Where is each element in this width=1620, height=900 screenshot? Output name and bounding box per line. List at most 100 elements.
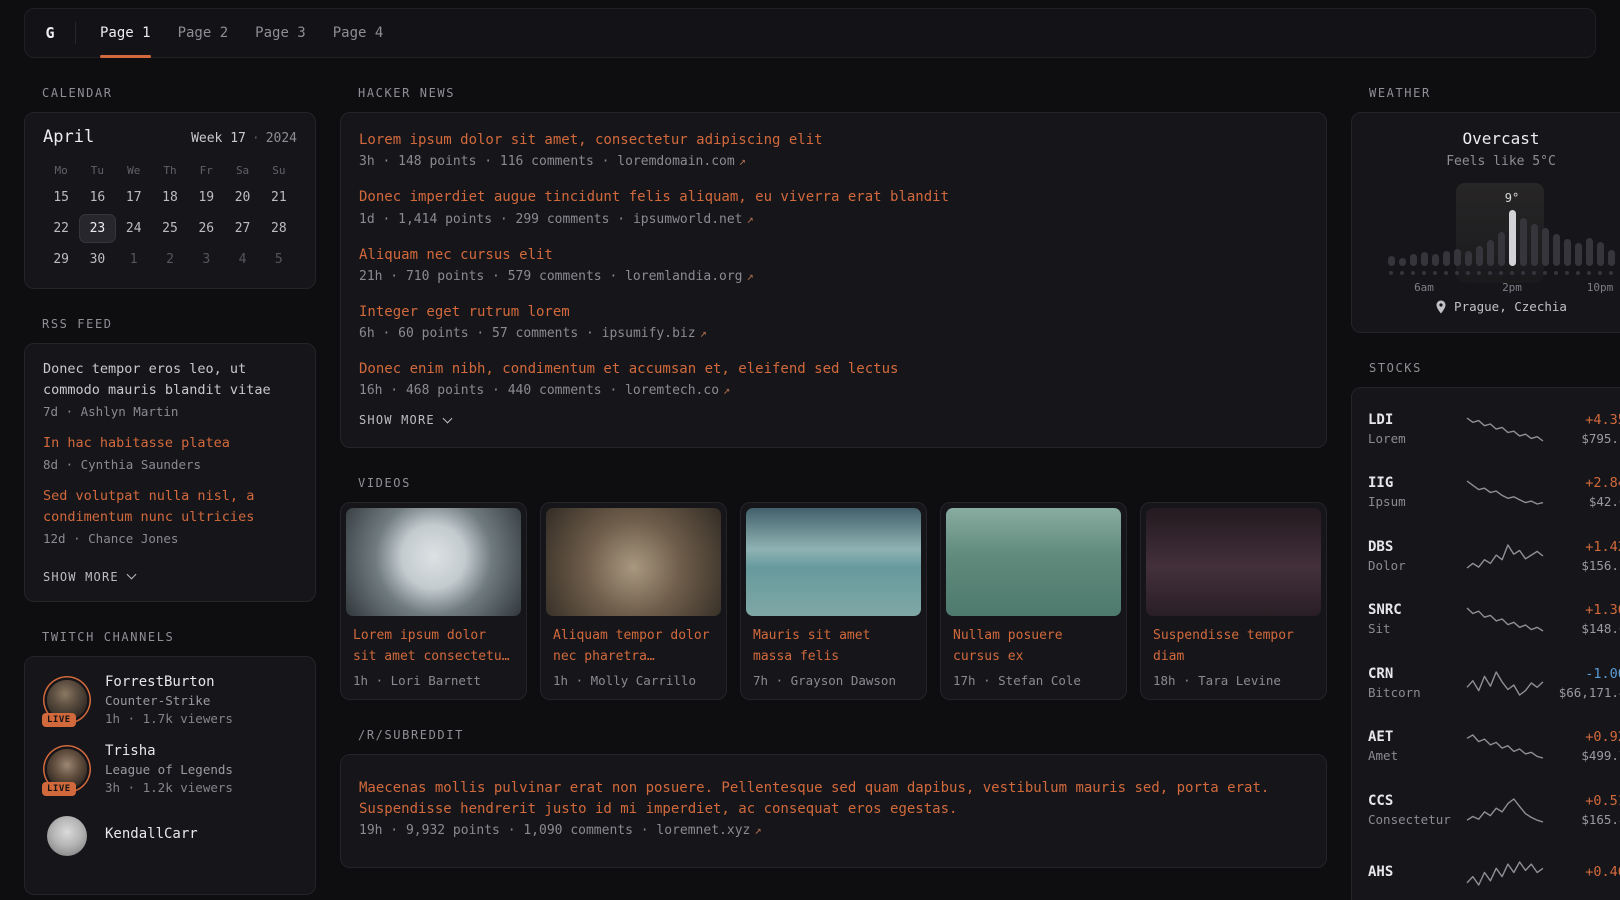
calendar-date[interactable]: 2 [152,245,188,274]
video-title[interactable]: Suspendisse tempor diam [1153,626,1314,668]
video-card[interactable]: Suspendisse tempor diam 18h · Tara Levin… [1140,502,1327,700]
video-card[interactable]: Lorem ipsum dolor sit amet consectetu… 1… [340,502,527,700]
stock-row[interactable]: DBS Dolor +1.42% $156.28 [1368,524,1620,588]
calendar-date[interactable]: 24 [116,214,152,243]
stock-ticker[interactable]: SNRC [1368,602,1462,618]
calendar-date[interactable]: 15 [43,183,79,212]
weather-hour-column[interactable] [1498,232,1505,275]
weather-hour-column[interactable] [1443,251,1450,275]
hackernews-item-domain[interactable]: loremdomain.com [617,154,734,169]
stock-row[interactable]: CCS Consectetur +0.51% $165.84 [1368,778,1620,842]
calendar-date[interactable]: 29 [43,245,79,274]
stock-ticker[interactable]: CRN [1368,666,1462,682]
page-tab[interactable]: Page 1 [100,9,151,57]
hackernews-item-title[interactable]: Donec enim nibh, condimentum et accumsan… [359,359,1308,379]
subreddit-post-title[interactable]: Maecenas mollis pulvinar erat non posuer… [359,778,1308,819]
stock-row[interactable]: LDI Lorem +4.35% $795.18 [1368,397,1620,461]
weather-hour-column[interactable] [1410,254,1417,275]
app-logo[interactable]: G [25,9,75,57]
stock-ticker[interactable]: LDI [1368,412,1462,428]
hackernews-item-domain[interactable]: ipsumworld.net [633,212,743,227]
calendar-date[interactable]: 17 [116,183,152,212]
rss-item-title[interactable]: In hac habitasse platea [43,433,297,454]
external-link-icon[interactable]: ↗ [754,823,761,837]
subreddit-post-domain[interactable]: loremnet.xyz [656,823,750,838]
video-thumbnail[interactable] [346,508,521,616]
calendar-date[interactable]: 4 [224,245,260,274]
video-title[interactable]: Mauris sit amet massa felis [753,626,914,668]
hackernews-item-title[interactable]: Lorem ipsum dolor sit amet, consectetur … [359,130,1308,150]
weather-hour-column[interactable]: 6am [1421,252,1428,275]
stock-ticker[interactable]: CCS [1368,793,1462,809]
rss-item-title[interactable]: Sed volutpat nulla nisl, a condimentum n… [43,486,297,528]
stock-row[interactable]: AET Amet +0.92% $499.72 [1368,715,1620,779]
hackernews-item-title[interactable]: Integer eget rutrum lorem [359,302,1308,322]
weather-hour-column[interactable] [1553,234,1560,275]
stock-row[interactable]: CRN Bitcorn -1.00% $66,171.48 [1368,651,1620,715]
external-link-icon[interactable]: ↗ [700,326,707,340]
page-tab[interactable]: Page 4 [333,9,384,57]
video-title[interactable]: Lorem ipsum dolor sit amet consectetu… [353,626,514,668]
calendar-date[interactable]: 25 [152,214,188,243]
weather-hour-column[interactable]: 9° 2pm [1509,191,1516,275]
calendar-date[interactable]: 1 [116,245,152,274]
stock-row[interactable]: AHS +0.46% [1368,842,1620,900]
calendar-date[interactable]: 22 [43,214,79,243]
weather-hour-column[interactable] [1531,224,1538,275]
weather-location[interactable]: Prague, Czechia [1368,299,1620,314]
weather-hour-column[interactable] [1454,249,1461,275]
video-thumbnail[interactable] [946,508,1121,616]
hackernews-item-domain[interactable]: ipsumify.biz [602,326,696,341]
video-thumbnail[interactable] [1146,508,1321,616]
weather-hour-column[interactable] [1608,250,1615,275]
calendar-date[interactable]: 20 [224,183,260,212]
twitch-channel-row[interactable]: LIVE KendallCarr [43,812,297,860]
twitch-channel-row[interactable]: LIVE Trisha League of Legends 3h · 1.2k … [43,743,297,795]
calendar-date[interactable]: 16 [79,183,115,212]
weather-hour-column[interactable] [1399,258,1406,275]
twitch-channel-name[interactable]: ForrestBurton [105,674,233,690]
page-tab[interactable]: Page 3 [255,9,306,57]
video-title[interactable]: Aliquam tempor dolor nec pharetra… [553,626,714,668]
calendar-date[interactable]: 19 [188,183,224,212]
stock-ticker[interactable]: AET [1368,729,1462,745]
calendar-date[interactable]: 21 [261,183,297,212]
rss-show-more-button[interactable]: SHOW MORE [43,570,135,584]
calendar-date[interactable]: 30 [79,245,115,274]
weather-hour-column[interactable] [1465,251,1472,275]
stock-ticker[interactable]: IIG [1368,475,1462,491]
external-link-icon[interactable]: ↗ [747,212,754,226]
external-link-icon[interactable]: ↗ [739,154,746,168]
weather-hour-column[interactable] [1520,218,1527,275]
external-link-icon[interactable]: ↗ [747,269,754,283]
page-tab[interactable]: Page 2 [178,9,229,57]
external-link-icon[interactable]: ↗ [723,383,730,397]
video-thumbnail[interactable] [546,508,721,616]
stock-row[interactable]: IIG Ipsum +2.84% $42.04 [1368,461,1620,525]
hackernews-item-title[interactable]: Donec imperdiet augue tincidunt felis al… [359,187,1308,207]
twitch-channel-name[interactable]: KendallCarr [105,826,198,842]
video-card[interactable]: Aliquam tempor dolor nec pharetra… 1h · … [540,502,727,700]
calendar-date[interactable]: 23 [79,214,115,243]
calendar-date[interactable]: 18 [152,183,188,212]
stock-ticker[interactable]: AHS [1368,864,1462,880]
hackernews-item-domain[interactable]: loremtech.co [625,383,719,398]
weather-hour-column[interactable] [1487,240,1494,275]
weather-hour-column[interactable] [1432,254,1439,275]
calendar-date[interactable]: 28 [261,214,297,243]
calendar-date[interactable]: 27 [224,214,260,243]
hackernews-show-more-button[interactable]: SHOW MORE [359,413,451,427]
calendar-date[interactable]: 5 [261,245,297,274]
twitch-channel-row[interactable]: LIVE ForrestBurton Counter-Strike 1h · 1… [43,674,297,726]
weather-hour-column[interactable] [1388,256,1395,275]
weather-hour-column[interactable] [1564,239,1571,275]
weather-hour-column[interactable] [1586,238,1593,275]
calendar-date[interactable]: 26 [188,214,224,243]
weather-hour-column[interactable] [1476,246,1483,275]
hackernews-item-domain[interactable]: loremlandia.org [625,269,742,284]
hackernews-item-title[interactable]: Aliquam nec cursus elit [359,245,1308,265]
stock-ticker[interactable]: DBS [1368,539,1462,555]
weather-hour-column[interactable]: 10pm [1597,242,1604,275]
calendar-date[interactable]: 3 [188,245,224,274]
video-card[interactable]: Nullam posuere cursus ex 17h · Stefan Co… [940,502,1127,700]
